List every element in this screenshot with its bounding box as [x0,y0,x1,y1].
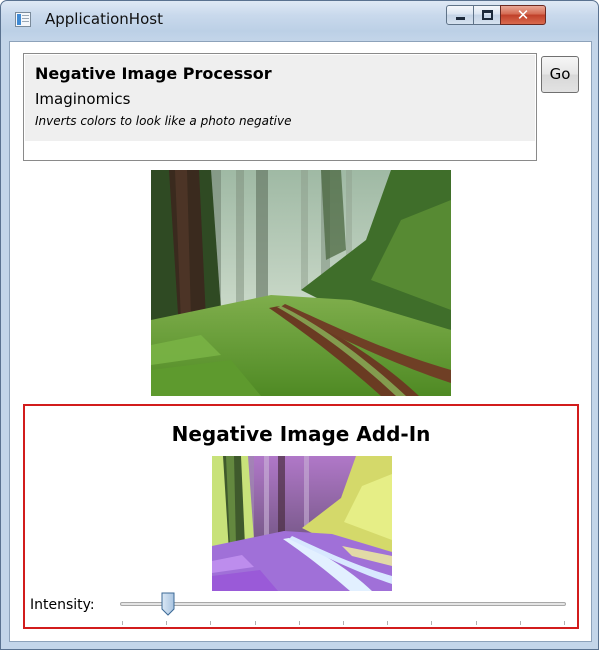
slider-tick [254,621,256,625]
slider-tick [475,621,477,625]
slider-tick [210,621,212,625]
slider-tick [519,621,521,625]
slider-tick [343,621,344,625]
original-forest-image [151,170,451,396]
slider-tick [166,621,168,625]
negative-forest-image [212,456,392,591]
processor-name: Negative Image Processor [35,64,272,83]
processor-info-panel[interactable]: Negative Image Processor Imaginomics Inv… [23,53,537,161]
processor-description: Inverts colors to look like a photo nega… [35,114,292,128]
minimize-button[interactable] [446,5,474,25]
close-icon: ✕ [516,6,530,24]
title-bar[interactable]: ApplicationHost ✕ [1,1,598,41]
intensity-slider-track[interactable] [120,602,566,606]
application-window: ApplicationHost ✕ Negative Image Process… [0,0,599,650]
maximize-button[interactable] [473,5,501,25]
slider-tick [298,621,300,625]
intensity-label: Intensity: [30,597,95,613]
slider-tick [564,621,565,625]
application-icon[interactable] [15,12,31,27]
close-button[interactable]: ✕ [500,5,546,25]
addin-title: Negative Image Add-In [171,422,431,446]
minimize-icon [456,17,465,20]
client-area: Negative Image Processor Imaginomics Inv… [9,41,592,642]
processor-info-item[interactable]: Negative Image Processor Imaginomics Inv… [25,55,535,141]
maximize-icon [482,10,493,20]
window-title: ApplicationHost [45,10,163,28]
intensity-slider-thumb[interactable] [161,592,175,616]
slider-tick [387,621,389,625]
slider-tick [431,621,433,625]
go-button[interactable]: Go [541,56,579,93]
negative-addin-panel: Negative Image Add-In Intensity: [23,404,579,629]
processor-vendor: Imaginomics [35,90,131,108]
slider-tick [122,621,123,625]
